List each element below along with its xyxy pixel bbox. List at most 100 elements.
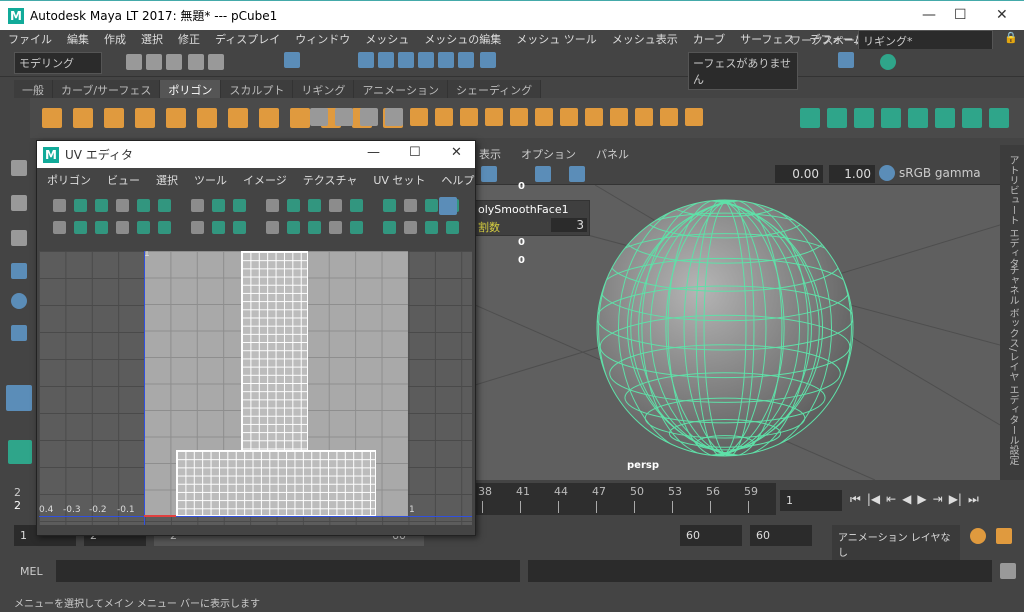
select-by-object-icon[interactable] [284,52,300,68]
uv-tool-icon[interactable] [212,221,225,234]
menu-item[interactable]: サーフェス [740,31,794,47]
mode-dropdown[interactable]: モデリング [14,52,102,74]
shaded-icon[interactable] [481,166,497,182]
uv-shelf-icon[interactable] [881,108,901,128]
uv-minimize-button[interactable]: — [367,145,380,160]
current-frame-field[interactable]: 1 [780,490,842,511]
rotate-tool-icon[interactable] [11,293,27,309]
save-scene-icon[interactable] [166,54,182,70]
mesh-tool-shelf-icon[interactable] [360,108,378,126]
uv-grid[interactable]: 1 0.4 -0.3 -0.2 -0.1 1 [39,251,472,525]
snap-vertex-icon[interactable] [458,52,474,68]
uv-tool-icon[interactable] [446,221,459,234]
gamma-field[interactable]: 1.00 [829,165,875,183]
uv-tool-icon[interactable] [95,199,108,212]
uv-tool-icon[interactable] [137,199,150,212]
next-key-icon[interactable]: ⇥ [933,492,943,507]
snap-surface-icon[interactable] [438,52,454,68]
tab-channel-box[interactable]: チャネル ボックス/レイヤ エディタ [1005,265,1020,425]
minimize-button[interactable]: — [922,7,936,23]
uv-tool-icon[interactable] [425,199,438,212]
tab-attribute-editor[interactable]: アトリビュート エディタ [1005,155,1020,268]
character-set-icon[interactable] [996,528,1012,544]
redo-icon[interactable] [208,54,224,70]
uv-menu-item[interactable]: ポリゴン [47,172,91,188]
uv-tool-icon[interactable] [308,199,321,212]
snap-curve-icon[interactable] [378,52,394,68]
menu-item[interactable]: メッシュの編集 [424,31,501,47]
viewport-persp[interactable]: 表示 オプション パネル 0.00 1.00 sRGB gamma 0 0 0 ol… [475,145,1000,480]
uv-menu-item[interactable]: ビュー [107,172,140,188]
uv-tool-icon[interactable] [233,199,246,212]
uv-tool-icon[interactable] [191,199,204,212]
uv-menu-item[interactable]: ヘルプ [441,172,474,188]
menu-item[interactable]: 選択 [141,31,163,47]
menu-item[interactable]: ディスプレイ [215,31,280,47]
poly-shelf-icon[interactable] [42,108,62,128]
uv-tool-icon[interactable] [158,221,171,234]
exposure-field[interactable]: 0.00 [775,165,823,183]
go-end-icon[interactable]: ⏭ [968,492,979,507]
lock-icon[interactable]: 🔒 [1004,31,1018,44]
menu-item[interactable]: 作成 [104,31,126,47]
help-icon[interactable] [480,52,496,68]
mesh-tool-shelf-icon[interactable] [510,108,528,126]
prev-key-icon[interactable]: ⇤ [886,492,896,507]
poly-shelf-icon[interactable] [166,108,186,128]
snap-grid-icon[interactable] [358,52,374,68]
play-back-icon[interactable]: ◀ [902,492,911,507]
uv-maximize-button[interactable]: ☐ [409,145,421,160]
uv-tool-icon[interactable] [158,199,171,212]
uv-shelf-icon[interactable] [908,108,928,128]
menu-item[interactable]: ウィンドウ [295,31,350,47]
menu-item[interactable]: メッシュ ツール [516,31,597,47]
uv-tool-icon[interactable] [266,199,279,212]
mesh-tool-shelf-icon[interactable] [560,108,578,126]
uv-tool-icon[interactable] [329,221,342,234]
uv-shelf-icon[interactable] [962,108,982,128]
poly-shelf-icon[interactable] [228,108,248,128]
uv-shell[interactable] [176,450,376,516]
mesh-tool-shelf-icon[interactable] [535,108,553,126]
uv-menu-item[interactable]: テクスチャ [303,172,358,188]
poly-shelf-icon[interactable] [197,108,217,128]
uv-menu-item[interactable]: ツール [194,172,227,188]
select-tool-icon[interactable] [11,160,27,176]
uv-tool-icon[interactable] [53,221,66,234]
shelf-tab[interactable]: ポリゴン [160,80,222,98]
uv-tool-icon[interactable] [266,221,279,234]
snap-point-icon[interactable] [398,52,414,68]
shelf-tab[interactable]: カーブ/サーフェス [53,80,161,98]
scale-tool-icon[interactable] [11,325,27,341]
uv-tool-icon[interactable] [212,199,225,212]
maximize-button[interactable]: ☐ [954,7,967,23]
menu-item[interactable]: ファイル [8,31,52,47]
uv-tool-icon[interactable] [116,199,129,212]
mesh-tool-shelf-icon[interactable] [335,108,353,126]
uv-menu-item[interactable]: イメージ [243,172,287,188]
uv-shelf-icon[interactable] [989,108,1009,128]
undo-icon[interactable] [188,54,204,70]
new-scene-icon[interactable] [126,54,142,70]
poly-shelf-icon[interactable] [104,108,124,128]
uv-shelf-icon[interactable] [827,108,847,128]
image-display-icon[interactable] [439,197,457,215]
uv-tool-icon[interactable] [137,221,150,234]
poly-shelf-icon[interactable] [290,108,310,128]
shelf-tab[interactable]: 一般 [14,80,53,98]
mesh-tool-shelf-icon[interactable] [685,108,703,126]
play-forward-icon[interactable]: ▶ [917,492,926,507]
uv-shell[interactable] [241,251,308,451]
sphere[interactable] [597,200,853,456]
uv-tool-icon[interactable] [53,199,66,212]
shelf-tab[interactable]: シェーディング [447,80,542,98]
close-button[interactable]: ✕ [996,7,1008,23]
uv-tool-icon[interactable] [350,199,363,212]
poly-shelf-icon[interactable] [135,108,155,128]
mesh-tool-shelf-icon[interactable] [610,108,628,126]
step-forward-key-icon[interactable]: ▶| [949,492,962,507]
uv-tool-icon[interactable] [383,221,396,234]
mel-label[interactable]: MEL [20,565,43,578]
mesh-tool-shelf-icon[interactable] [635,108,653,126]
menu-item[interactable]: 修正 [178,31,200,47]
